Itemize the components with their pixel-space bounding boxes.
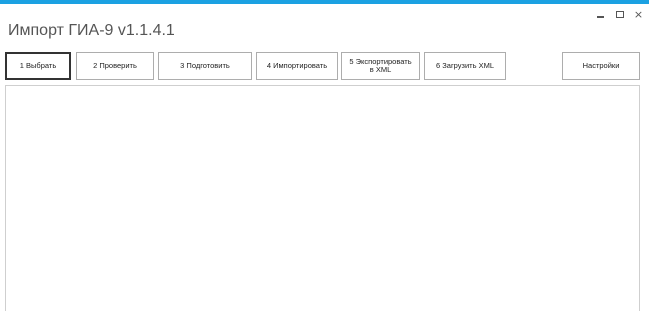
minimize-icon[interactable] [594,8,607,21]
window-accent-bar [0,0,649,4]
maximize-icon[interactable] [613,8,626,21]
close-icon[interactable]: × [632,8,645,21]
check-button[interactable]: 2 Проверить [76,52,154,80]
select-button[interactable]: 1 Выбрать [5,52,71,80]
log-output-area[interactable] [5,85,640,311]
settings-button[interactable]: Настройки [562,52,640,80]
export-xml-button[interactable]: 5 Экспортировать в XML [341,52,420,80]
prepare-button[interactable]: 3 Подготовить [158,52,252,80]
window-title: Импорт ГИА-9 v1.1.4.1 [8,22,175,39]
upload-xml-button[interactable]: 6 Загрузить XML [424,52,506,80]
window-controls: × [594,8,645,21]
import-button[interactable]: 4 Импортировать [256,52,338,80]
